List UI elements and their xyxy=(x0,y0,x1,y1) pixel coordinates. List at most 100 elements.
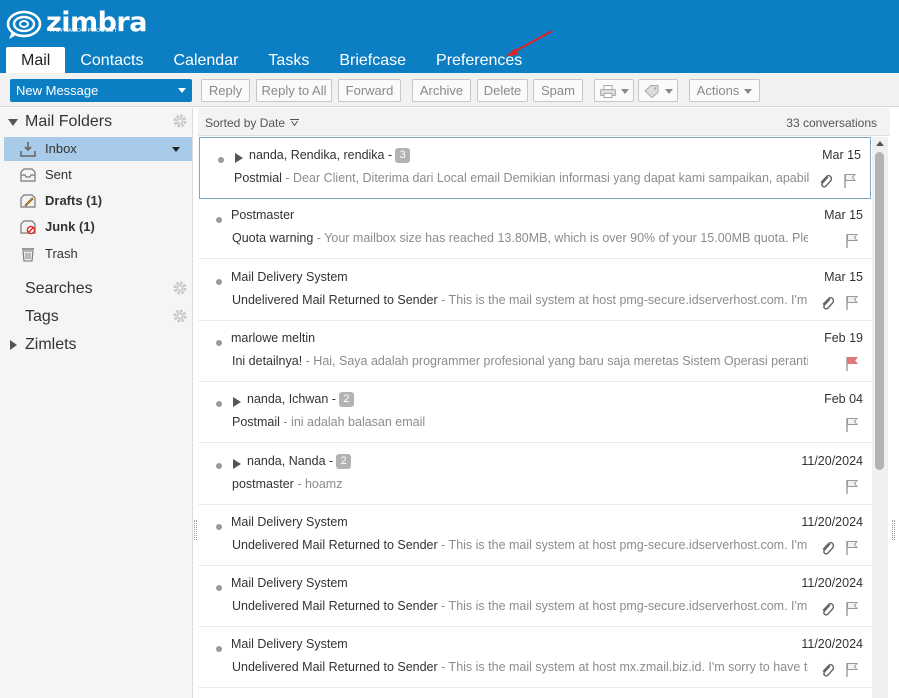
inbox-icon xyxy=(20,142,36,157)
tab-calendar[interactable]: Calendar xyxy=(158,47,253,73)
message-row[interactable]: nanda, Nanda -2 11/20/2024 postmaster - ho… xyxy=(198,444,872,505)
reply-button[interactable]: Reply xyxy=(201,79,250,102)
expand-conversation-icon[interactable] xyxy=(235,153,243,163)
sidebar-item-inbox[interactable]: Inbox xyxy=(4,137,192,161)
message-row[interactable]: Mail Delivery System Mar 15 Undelivered Ma… xyxy=(198,260,872,321)
gear-icon[interactable] xyxy=(173,281,187,295)
tag-dropdown-icon xyxy=(664,89,673,95)
scroll-up-icon[interactable] xyxy=(876,141,884,146)
conversation-count-badge: 2 xyxy=(338,392,354,408)
message-sender: nanda, Nanda -2 xyxy=(247,453,352,469)
tags-header[interactable]: Tags xyxy=(0,305,193,329)
sender-text: Mail Delivery System xyxy=(231,514,348,529)
flag-icon[interactable] xyxy=(845,417,859,433)
message-fragment: - Dear Client, Diterima dari Local email… xyxy=(281,171,810,185)
forward-button[interactable]: Forward xyxy=(338,79,401,102)
tab-contacts[interactable]: Contacts xyxy=(65,47,158,73)
read-status-icon[interactable] xyxy=(216,462,222,469)
attachment-icon xyxy=(820,174,832,188)
scrollbar-thumb[interactable] xyxy=(875,152,884,470)
message-preview: Undelivered Mail Returned to Sender - Th… xyxy=(232,293,808,307)
flag-icon[interactable] xyxy=(845,295,859,310)
mail-folders-label: Mail Folders xyxy=(25,113,113,130)
read-status-icon[interactable] xyxy=(216,217,222,224)
message-row[interactable]: Mail Delivery System 11/20/2024 Undelivere… xyxy=(198,505,872,566)
actions-label: Actions xyxy=(696,83,740,98)
actions-button[interactable]: Actions xyxy=(689,79,760,102)
logo-subtitle: A SYNACOR PRODUCT xyxy=(50,28,118,34)
message-row[interactable]: marlowe meltin Feb 19 Ini detailnya! - Hai… xyxy=(198,321,872,382)
message-date: Mar 15 xyxy=(822,148,861,162)
message-date: 11/20/2024 xyxy=(801,514,863,529)
expand-icon[interactable] xyxy=(10,340,17,350)
flag-icon[interactable] xyxy=(845,479,859,494)
read-status-icon[interactable] xyxy=(216,585,222,592)
new-message-dropdown-icon[interactable] xyxy=(178,88,186,93)
tab-briefcase[interactable]: Briefcase xyxy=(324,47,421,73)
spam-button[interactable]: Spam xyxy=(533,79,583,102)
flag-icon[interactable] xyxy=(845,540,859,555)
new-message-button[interactable]: New Message xyxy=(10,79,192,102)
sidebar: Mail Folders Inbox Sent Drafts (1) Junk … xyxy=(0,108,193,698)
flag-icon[interactable] xyxy=(845,233,859,249)
message-row[interactable]: nanda, Rendika, rendika -3 Mar 15 Postmial… xyxy=(199,137,871,199)
message-row[interactable]: Mail Delivery System 11/20/2024 Undelivere… xyxy=(198,627,872,689)
zimlets-header[interactable]: Zimlets xyxy=(0,333,193,357)
flag-icon[interactable] xyxy=(845,356,859,371)
message-preview: postmaster - hoamz xyxy=(232,477,808,491)
message-subject: Postmail xyxy=(232,415,280,430)
read-status-icon[interactable] xyxy=(216,401,222,408)
read-status-icon[interactable] xyxy=(216,278,222,285)
read-status-icon[interactable] xyxy=(216,339,222,346)
app-tabs: Mail Contacts Calendar Tasks Briefcase P… xyxy=(6,47,537,73)
message-date: Feb 19 xyxy=(824,330,863,345)
tab-tasks[interactable]: Tasks xyxy=(253,47,324,73)
sort-descending-icon[interactable] xyxy=(290,119,299,126)
sidebar-item-sent[interactable]: Sent xyxy=(4,163,192,187)
list-scrollbar[interactable] xyxy=(872,137,888,698)
message-row[interactable]: nanda, Ichwan -2 Feb 04 Postmail - ini ada… xyxy=(198,382,872,444)
tab-mail[interactable]: Mail xyxy=(6,47,66,73)
print-dropdown-icon xyxy=(620,89,629,95)
sidebar-item-drafts[interactable]: Drafts (1) xyxy=(4,189,192,213)
read-status-icon[interactable] xyxy=(216,646,222,653)
flag-icon[interactable] xyxy=(845,601,859,617)
message-row[interactable]: Postmaster Mar 15 Quota warning - Your mai… xyxy=(198,198,872,260)
message-preview: Quota warning - Your mailbox size has re… xyxy=(232,231,808,245)
expand-conversation-icon[interactable] xyxy=(233,458,241,469)
read-status-icon[interactable] xyxy=(216,523,222,530)
searches-header[interactable]: Searches xyxy=(0,277,193,301)
reply-all-button[interactable]: Reply to All xyxy=(256,79,332,102)
gear-icon[interactable] xyxy=(173,114,187,128)
delete-button[interactable]: Delete xyxy=(477,79,528,102)
flag-icon[interactable] xyxy=(845,662,859,678)
trash-icon xyxy=(22,248,34,262)
sidebar-item-junk[interactable]: Junk (1) xyxy=(4,215,192,239)
reading-pane-splitter[interactable] xyxy=(892,520,895,540)
collapse-icon[interactable] xyxy=(8,119,18,126)
sender-text: Mail Delivery System xyxy=(231,576,348,591)
inbox-dropdown-icon[interactable] xyxy=(172,147,180,152)
message-fragment: - This is the mail system at host mx.zma… xyxy=(437,660,808,675)
zimlets-label: Zimlets xyxy=(25,336,77,353)
read-status-icon[interactable] xyxy=(218,157,224,163)
gear-icon[interactable] xyxy=(173,309,187,323)
conversation-count-badge: 2 xyxy=(336,453,352,469)
sidebar-item-trash[interactable]: Trash xyxy=(4,242,192,266)
sidebar-item-label: Trash xyxy=(45,246,78,261)
expand-conversation-icon[interactable] xyxy=(233,397,241,408)
archive-button[interactable]: Archive xyxy=(412,79,471,102)
sort-label[interactable]: Sorted by Date xyxy=(205,108,285,138)
mail-folders-header[interactable]: Mail Folders xyxy=(0,110,193,134)
flag-icon[interactable] xyxy=(843,173,857,188)
print-menu-button[interactable] xyxy=(594,79,634,102)
zimbra-logo[interactable]: zimbra xyxy=(6,7,147,42)
sender-text: Mail Delivery System xyxy=(231,269,348,284)
message-row[interactable]: Mail Delivery System 11/20/2024 Undelivere… xyxy=(198,566,872,628)
sender-text: Mail Delivery System xyxy=(231,637,348,652)
tag-menu-button[interactable] xyxy=(638,79,678,102)
sidebar-splitter[interactable] xyxy=(194,520,197,540)
message-fragment: - Your mailbox size has reached 13.80MB,… xyxy=(316,231,808,246)
conversation-count-badge: 3 xyxy=(395,148,411,163)
app-header: zimbra A SYNACOR PRODUCT Mail Contacts C… xyxy=(0,0,899,73)
